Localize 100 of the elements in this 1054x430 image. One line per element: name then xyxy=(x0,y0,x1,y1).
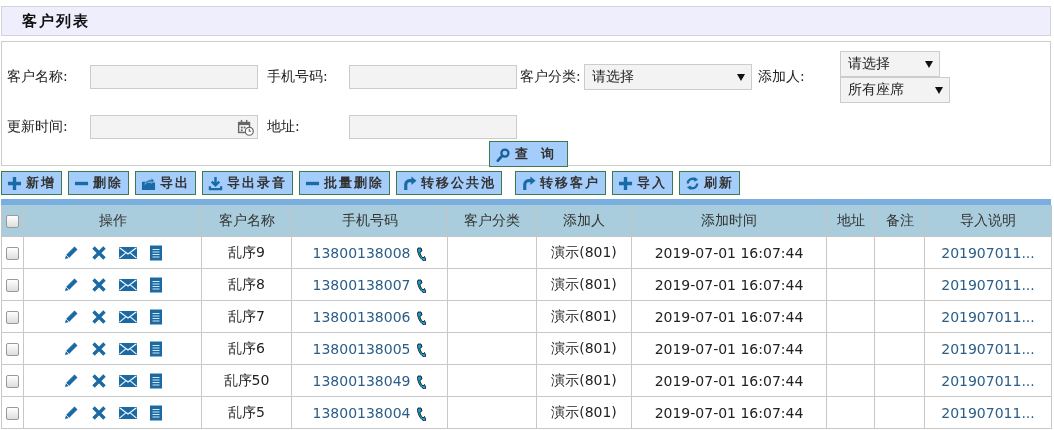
document-icon[interactable] xyxy=(148,373,163,389)
column-header: 客户分类 xyxy=(447,205,537,237)
table-cell: 演示(801) xyxy=(536,268,632,301)
toolbar-button[interactable]: 刷新 xyxy=(679,171,740,195)
table-cell: 演示(801) xyxy=(536,332,632,365)
toolbar-button[interactable]: 删除 xyxy=(68,171,129,195)
row-checkbox[interactable] xyxy=(6,407,19,420)
edit-icon[interactable] xyxy=(62,309,79,325)
row-checkbox[interactable] xyxy=(6,247,19,260)
table-cell: 201907011... xyxy=(924,268,1052,301)
mail-icon[interactable] xyxy=(118,374,137,388)
table-cell: 乱序5 xyxy=(201,396,292,429)
table-cell: 演示(801) xyxy=(536,300,632,333)
dropdown[interactable]: 所有座席 xyxy=(840,77,950,103)
phone-number: 13800138007 xyxy=(312,276,411,293)
toolbar-button[interactable]: 转移公共池 xyxy=(396,171,502,195)
phone-icon[interactable] xyxy=(416,342,427,357)
toolbar-button[interactable]: 导出 xyxy=(135,171,196,195)
redo-icon xyxy=(402,175,417,191)
phone-icon[interactable] xyxy=(416,278,427,293)
edit-icon[interactable] xyxy=(62,405,79,421)
table-cell: 演示(801) xyxy=(536,396,632,429)
edit-icon[interactable] xyxy=(62,373,79,389)
column-header: 手机号码 xyxy=(291,205,448,237)
input-field[interactable] xyxy=(90,65,258,89)
row-checkbox[interactable] xyxy=(6,279,19,292)
phone-number: 13800138005 xyxy=(312,340,411,357)
search-icon xyxy=(496,146,511,162)
phone-icon[interactable] xyxy=(416,246,427,261)
phone-number: 13800138006 xyxy=(312,308,411,325)
export-icon xyxy=(141,175,156,191)
column-header: 添加时间 xyxy=(631,205,827,237)
search-button[interactable]: 查 询 xyxy=(489,141,568,167)
delete-icon[interactable] xyxy=(90,341,107,357)
field-label: 添加人: xyxy=(758,68,806,86)
column-header: 添加人 xyxy=(536,205,632,237)
table-cell: 乱序50 xyxy=(201,364,292,397)
dropdown[interactable]: 请选择 xyxy=(584,64,752,90)
mail-icon[interactable] xyxy=(118,278,137,292)
input-field[interactable] xyxy=(349,65,517,89)
plus-icon xyxy=(618,175,633,191)
table-cell: 201907011... xyxy=(924,364,1052,397)
download-icon xyxy=(208,175,223,191)
column-header: 客户名称 xyxy=(201,205,292,237)
document-icon[interactable] xyxy=(148,309,163,325)
field-label: 更新时间: xyxy=(7,118,69,136)
dropdown[interactable]: 请选择 xyxy=(840,51,940,77)
column-header: 操作 xyxy=(23,205,202,237)
select-all-checkbox[interactable] xyxy=(6,215,19,228)
document-icon[interactable] xyxy=(148,341,163,357)
table-cell: 2019-07-01 16:07:44 xyxy=(631,396,827,429)
toolbar-button[interactable]: 新增 xyxy=(1,171,62,195)
plus-icon xyxy=(7,175,22,191)
mail-icon[interactable] xyxy=(118,342,137,356)
toolbar-button[interactable]: 转移客户 xyxy=(515,171,606,195)
table-cell: 乱序9 xyxy=(201,236,292,269)
phone-icon[interactable] xyxy=(416,374,427,389)
delete-icon[interactable] xyxy=(90,373,107,389)
field-label: 地址: xyxy=(267,118,301,136)
phone-icon[interactable] xyxy=(416,406,427,421)
edit-icon[interactable] xyxy=(62,245,79,261)
table-cell: 2019-07-01 16:07:44 xyxy=(631,364,827,397)
calendar-icon[interactable] xyxy=(237,118,254,136)
phone-icon[interactable] xyxy=(416,310,427,325)
input-field[interactable] xyxy=(349,115,517,139)
mail-icon[interactable] xyxy=(118,310,137,324)
delete-icon[interactable] xyxy=(90,405,107,421)
table-cell: 演示(801) xyxy=(536,364,632,397)
column-header: 地址 xyxy=(826,205,875,237)
toolbar-button[interactable]: 导入 xyxy=(612,171,673,195)
row-checkbox[interactable] xyxy=(6,375,19,388)
mail-icon[interactable] xyxy=(118,406,137,420)
document-icon[interactable] xyxy=(148,245,163,261)
table-cell: 201907011... xyxy=(924,332,1052,365)
edit-icon[interactable] xyxy=(62,277,79,293)
document-icon[interactable] xyxy=(148,277,163,293)
page-title: 客户列表 xyxy=(22,11,90,31)
field-label: 客户名称: xyxy=(7,68,69,86)
delete-icon[interactable] xyxy=(90,277,107,293)
document-icon[interactable] xyxy=(148,405,163,421)
column-header: 备注 xyxy=(874,205,925,237)
edit-icon[interactable] xyxy=(62,341,79,357)
refresh-icon xyxy=(685,175,700,191)
delete-icon[interactable] xyxy=(90,309,107,325)
row-checkbox[interactable] xyxy=(6,343,19,356)
table-cell: 乱序6 xyxy=(201,332,292,365)
date-field[interactable] xyxy=(90,115,258,139)
table-cell: 演示(801) xyxy=(536,236,632,269)
toolbar-button[interactable]: 导出录音 xyxy=(202,171,293,195)
phone-number: 13800138008 xyxy=(312,244,411,261)
mail-icon[interactable] xyxy=(118,246,137,260)
field-label: 手机号码: xyxy=(267,68,329,86)
table-cell: 乱序8 xyxy=(201,268,292,301)
delete-icon[interactable] xyxy=(90,245,107,261)
table-cell: 201907011... xyxy=(924,300,1052,333)
phone-number: 13800138049 xyxy=(312,372,411,389)
row-checkbox[interactable] xyxy=(6,311,19,324)
table-cell: 201907011... xyxy=(924,236,1052,269)
toolbar-button[interactable]: 批量删除 xyxy=(299,171,390,195)
table-cell: 乱序7 xyxy=(201,300,292,333)
